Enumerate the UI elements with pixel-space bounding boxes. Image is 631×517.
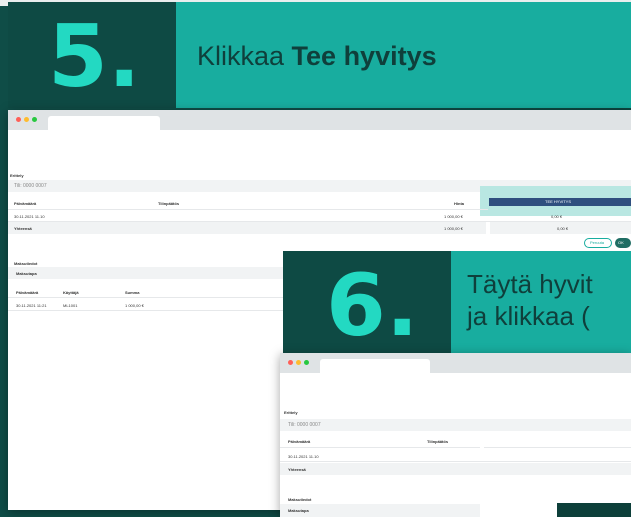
ok-button[interactable]: OK: [615, 238, 631, 248]
record-id: Tili: 0000 0007: [14, 183, 47, 189]
next-step-panel: [557, 503, 631, 517]
row1-date: 30.11.2021 11.10: [288, 454, 319, 459]
tee-hyvitys-label: TEE HYVITYS: [545, 199, 572, 204]
row1-date: 30.11.2021 11.10: [14, 214, 45, 219]
cancel-label: Peruuta: [590, 240, 605, 245]
payments-sub-bar: [8, 267, 288, 279]
close-dot-icon[interactable]: [16, 117, 21, 122]
total-label: Yhteensä: [14, 226, 32, 231]
maximize-dot-icon[interactable]: [32, 117, 37, 122]
col-price-header: Hinta: [454, 201, 464, 206]
total-row: [280, 463, 631, 475]
step5-text-bold: Tee hyvitys: [291, 41, 437, 71]
total-row: [8, 222, 486, 234]
browser-chrome: [280, 353, 631, 373]
col-date-header: Päivämäärä: [288, 439, 311, 444]
minimize-dot-icon[interactable]: [24, 117, 29, 122]
payments-title: Maksutiedot: [288, 497, 312, 502]
step5-instruction: Klikkaa Tee hyvitys: [197, 41, 437, 72]
pay-col-sum: Summa: [125, 290, 140, 295]
divider: [280, 447, 480, 448]
payments-sub: Maksutapa: [288, 508, 309, 513]
col-date-header: Päivämäärä: [14, 201, 37, 206]
step6-instruction: Täytä hyvit ja klikkaa (: [467, 268, 593, 332]
col-account-header: Tilinpäätös: [427, 439, 449, 444]
record-id: Tili: 0000 0007: [288, 422, 321, 428]
total-extra: 0,00 €: [557, 226, 569, 231]
payments-sub-bar: [280, 504, 480, 517]
divider: [8, 310, 288, 311]
browser-chrome: [8, 110, 631, 130]
total-price: 1 000,00 €: [444, 226, 463, 231]
step6-line2: ja klikkaa (: [467, 301, 590, 331]
col-account-header: Tilinpäätös: [158, 201, 180, 206]
row1-price: 1 000,00 €: [444, 214, 463, 219]
pay-date: 30.11.2021 11:21: [16, 303, 47, 308]
browser-tab[interactable]: [48, 116, 160, 130]
tee-hyvitys-button[interactable]: TEE HYVITYS: [489, 198, 631, 206]
row1-extra: 0,00 €: [551, 214, 563, 219]
divider: [8, 297, 288, 298]
payments-title: Maksutiedot: [14, 261, 38, 266]
divider: [484, 447, 631, 448]
step6-line1: Täytä hyvit: [467, 269, 593, 299]
step5-number: 5.: [48, 7, 141, 107]
section-label: Erittely: [10, 173, 24, 178]
pay-col-date: Päivämäärä: [16, 290, 39, 295]
close-dot-icon[interactable]: [288, 360, 293, 365]
step5-text-prefix: Klikkaa: [197, 41, 292, 71]
payments-sub: Maksutapa: [16, 271, 37, 276]
divider: [8, 209, 488, 210]
maximize-dot-icon[interactable]: [304, 360, 309, 365]
divider: [280, 461, 631, 462]
cancel-button[interactable]: Peruuta: [584, 238, 612, 248]
section-label: Erittely: [284, 410, 298, 415]
browser-tab[interactable]: [320, 359, 430, 373]
pay-user: ML1001: [63, 303, 78, 308]
pay-sum: 1 000,00 €: [125, 303, 144, 308]
browser-window-2: Erittely Tili: 0000 0007 Päivämäärä Tili…: [280, 353, 631, 517]
pay-col-user: Käyttäjä: [63, 290, 79, 295]
step6-number: 6.: [326, 256, 419, 356]
ok-label: OK: [618, 240, 624, 245]
id-bar: [280, 419, 631, 431]
minimize-dot-icon[interactable]: [296, 360, 301, 365]
total-label: Yhteensä: [288, 467, 306, 472]
